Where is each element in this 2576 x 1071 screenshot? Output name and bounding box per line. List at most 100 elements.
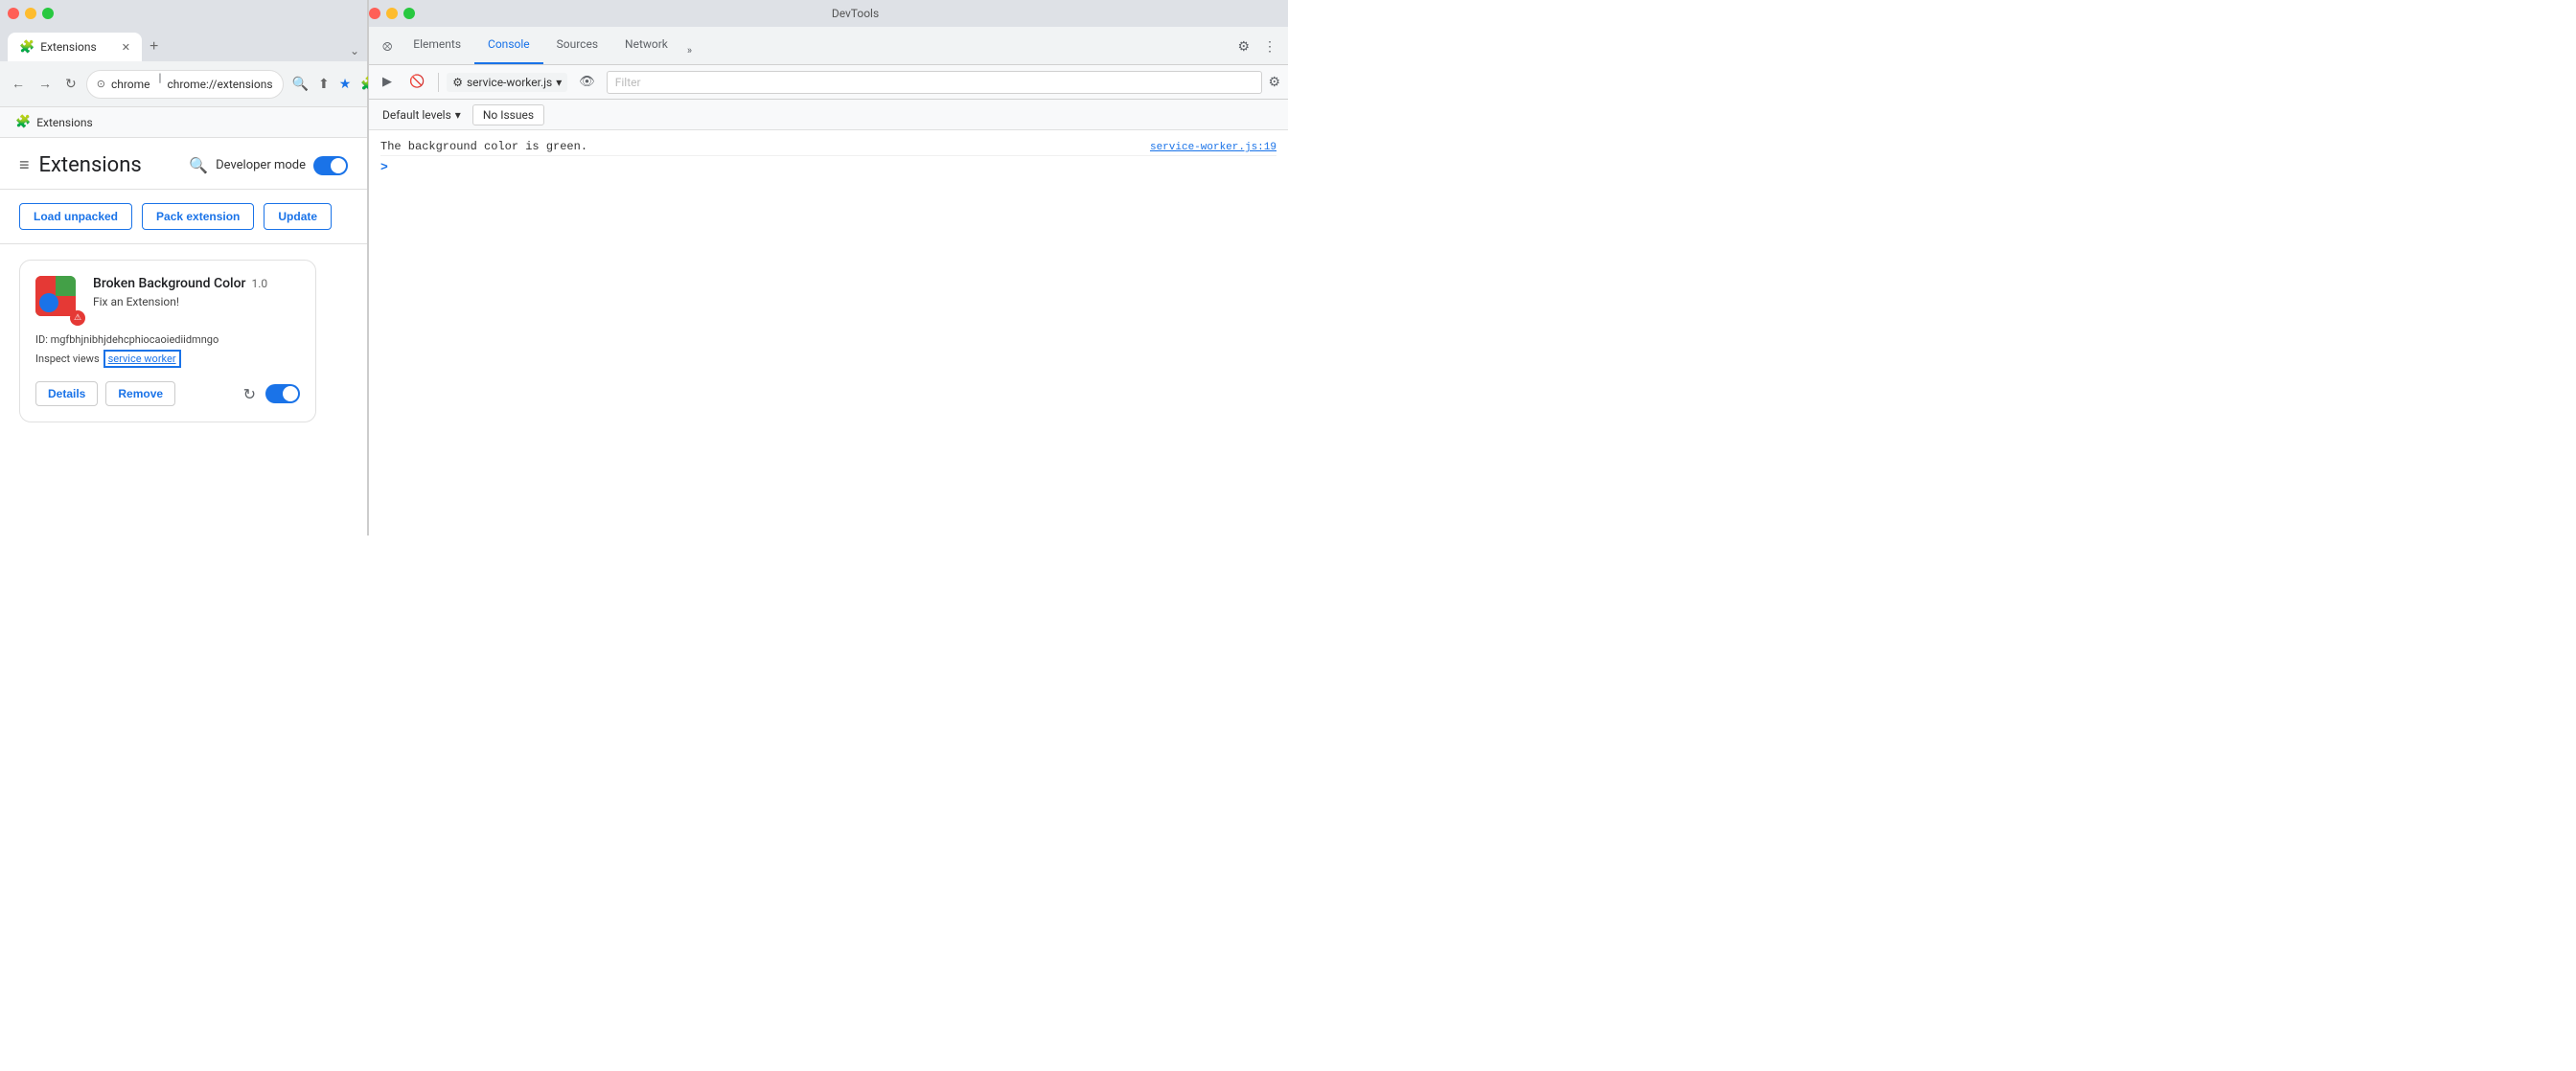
filter-placeholder: Filter — [615, 76, 641, 89]
default-levels-label: Default levels — [382, 108, 451, 122]
load-unpacked-button[interactable]: Load unpacked — [19, 203, 132, 230]
console-output: The background color is green. service-w… — [369, 130, 1288, 536]
extension-id: ID: mgfbhjnibhjdehcphiocaoiediidmngo — [35, 333, 300, 346]
breadcrumb-icon: 🧩 — [15, 115, 31, 129]
default-levels-dropdown[interactable]: Default levels ▾ — [377, 105, 467, 125]
card-action-right: ↻ — [243, 384, 300, 403]
tab-sources[interactable]: Sources — [543, 26, 611, 64]
tab-elements[interactable]: Elements — [400, 26, 474, 64]
cursor-tool-button[interactable]: ⮾ — [375, 34, 400, 60]
secure-icon: ⊙ — [97, 78, 105, 90]
bookmark-icon[interactable]: ★ — [336, 74, 355, 95]
console-prompt[interactable]: > — [380, 156, 1276, 178]
extension-logo: ⚠ — [35, 276, 81, 322]
zoom-icon[interactable]: 🔍 — [289, 74, 311, 95]
devtools-title-bar: DevTools — [369, 0, 1288, 27]
browser-title-bar — [0, 0, 367, 27]
hamburger-menu-button[interactable]: ≡ — [19, 155, 30, 175]
console-settings-button[interactable]: ⚙ — [1268, 75, 1280, 90]
extension-logo-circle — [39, 293, 58, 312]
extension-name: Broken Background Color — [93, 276, 246, 291]
console-filter-input[interactable]: Filter — [607, 71, 1263, 94]
console-source-link[interactable]: service-worker.js:19 — [1150, 142, 1276, 153]
clear-console-button[interactable]: 🚫 — [403, 71, 430, 93]
url-bar[interactable]: ⊙ chrome | chrome://extensions — [86, 70, 284, 99]
console-message-text: The background color is green. — [380, 140, 587, 153]
tab-console[interactable]: Console — [474, 26, 543, 64]
devtools-menu-button[interactable]: ⋮ — [1257, 34, 1282, 60]
no-issues-badge[interactable]: No Issues — [472, 104, 544, 125]
tab-label: Extensions — [40, 40, 96, 54]
inspect-views-row: Inspect views service worker — [35, 350, 300, 368]
extension-card: ⚠ Broken Background Color 1.0 Fix an Ext… — [19, 260, 316, 422]
remove-button[interactable]: Remove — [105, 381, 175, 406]
devtools-title: DevTools — [832, 7, 879, 20]
extension-logo-bg — [35, 276, 76, 316]
extension-version: 1.0 — [252, 277, 268, 290]
console-levels-bar: Default levels ▾ No Issues — [369, 100, 1288, 130]
console-message-line: The background color is green. service-w… — [380, 138, 1276, 156]
new-tab-button[interactable]: + — [142, 34, 166, 59]
card-top: ⚠ Broken Background Color 1.0 Fix an Ext… — [35, 276, 300, 322]
eye-button[interactable]: 👁 — [573, 71, 601, 93]
extensions-list: ⚠ Broken Background Color 1.0 Fix an Ext… — [0, 244, 367, 438]
extensions-page-title: Extensions — [39, 153, 142, 177]
url-path: | — [156, 71, 162, 98]
extensions-tab[interactable]: 🧩 Extensions ✕ — [8, 33, 142, 61]
dt-traffic-light-red[interactable] — [369, 8, 380, 19]
levels-dropdown-arrow: ▾ — [455, 108, 461, 122]
details-button[interactable]: Details — [35, 381, 98, 406]
tab-favicon: 🧩 — [19, 40, 34, 55]
traffic-light-yellow[interactable] — [25, 8, 36, 19]
tab-menu-button[interactable]: ⌄ — [350, 44, 359, 57]
dev-mode-row: 🔍 Developer mode — [189, 156, 348, 175]
source-dropdown-arrow: ▾ — [556, 76, 562, 89]
action-buttons: Load unpacked Pack extension Update — [0, 190, 367, 244]
devtools-traffic-lights — [369, 8, 415, 19]
share-icon[interactable]: ⬆ — [315, 74, 333, 95]
extension-info: Broken Background Color 1.0 Fix an Exten… — [93, 276, 300, 322]
tab-bar: 🧩 Extensions ✕ + ⌄ — [0, 27, 367, 61]
extension-enable-toggle[interactable] — [265, 384, 300, 403]
traffic-light-green[interactable] — [42, 8, 54, 19]
card-action-left: Details Remove — [35, 381, 175, 406]
console-toolbar: ▶ 🚫 ⚙ service-worker.js ▾ 👁 Filter ⚙ — [369, 65, 1288, 100]
breadcrumb: 🧩 Extensions — [0, 107, 367, 138]
source-gear-icon: ⚙ — [452, 76, 463, 89]
extension-description: Fix an Extension! — [93, 295, 300, 308]
dev-mode-label: Developer mode — [216, 158, 306, 172]
pack-extension-button[interactable]: Pack extension — [142, 203, 254, 230]
extensions-title-row: ≡ Extensions — [19, 153, 142, 177]
tab-network[interactable]: Network — [611, 26, 681, 64]
traffic-light-red[interactable] — [8, 8, 19, 19]
source-file-selector[interactable]: ⚙ service-worker.js ▾ — [447, 73, 567, 92]
reload-extension-button[interactable]: ↻ — [243, 385, 256, 403]
run-script-button[interactable]: ▶ — [377, 71, 398, 93]
extensions-content: ≡ Extensions 🔍 Developer mode Load unpac… — [0, 138, 367, 536]
extension-error-badge: ⚠ — [70, 310, 85, 326]
dt-traffic-light-green[interactable] — [403, 8, 415, 19]
extension-name-row: Broken Background Color 1.0 — [93, 276, 300, 291]
dt-traffic-light-yellow[interactable] — [386, 8, 398, 19]
card-actions: Details Remove ↻ — [35, 381, 300, 406]
tab-close-button[interactable]: ✕ — [122, 41, 130, 54]
extensions-header: ≡ Extensions 🔍 Developer mode — [0, 138, 367, 190]
toolbar-separator — [438, 73, 439, 92]
back-button[interactable]: ← — [8, 72, 29, 97]
update-button[interactable]: Update — [264, 203, 332, 230]
forward-button[interactable]: → — [34, 72, 56, 97]
url-protocol: chrome — [111, 78, 150, 91]
devtools-panel: DevTools ⮾ Elements Console Sources Netw… — [368, 0, 1288, 536]
search-button[interactable]: 🔍 — [189, 156, 208, 174]
source-file-name: service-worker.js — [467, 76, 552, 89]
breadcrumb-label: Extensions — [36, 116, 92, 129]
developer-mode-toggle[interactable] — [313, 156, 348, 175]
reload-button[interactable]: ↻ — [61, 72, 80, 97]
more-tabs-button[interactable]: » — [681, 36, 698, 64]
devtools-tabs: ⮾ Elements Console Sources Network » ⚙ ⋮ — [369, 27, 1288, 65]
devtools-settings-button[interactable]: ⚙ — [1230, 34, 1257, 60]
service-worker-link[interactable]: service worker — [104, 350, 181, 368]
address-bar: ← → ↻ ⊙ chrome | chrome://extensions 🔍 ⬆… — [0, 61, 367, 107]
prompt-chevron-icon: > — [380, 160, 388, 174]
inspect-views-label: Inspect views — [35, 353, 100, 365]
